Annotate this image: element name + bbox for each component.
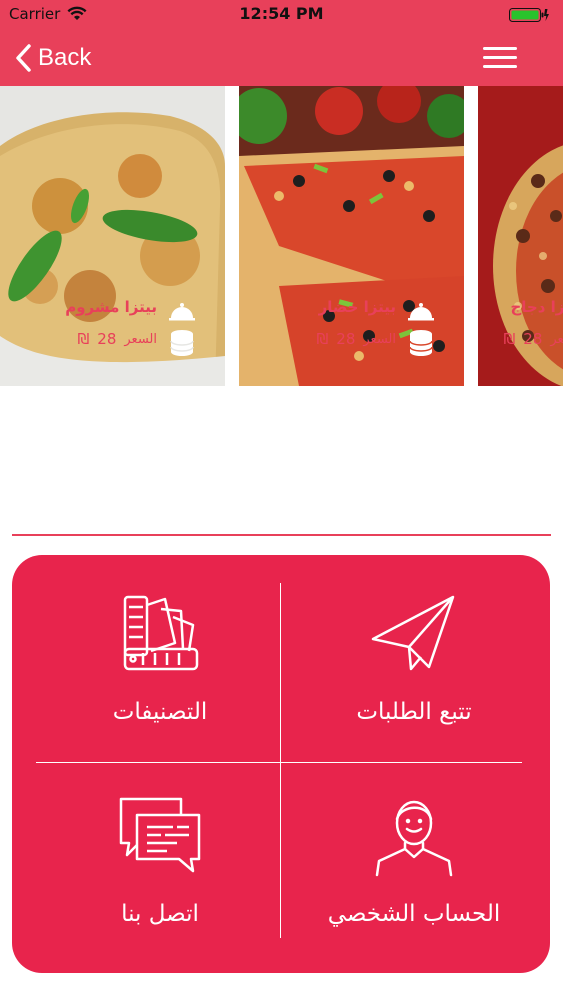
hamburger-menu-button[interactable] xyxy=(483,44,517,72)
product-title: بيتزا خضار xyxy=(318,298,396,316)
track-orders-label: تتبع الطلبات xyxy=(356,699,472,725)
navigation-bar: Back xyxy=(0,30,563,86)
product-info: بيتزا خضار ₪ 28 السعر xyxy=(317,298,396,348)
product-card[interactable]: بيتزا مشروم ₪ 28 السعر xyxy=(0,86,225,386)
grid-divider-vertical xyxy=(280,583,281,938)
track-orders-tile[interactable]: تتبع الطلبات xyxy=(294,577,534,757)
product-price: ₪ 28 السعر xyxy=(65,330,157,348)
contact-us-label: اتصل بنا xyxy=(121,901,199,927)
product-title: بيتزا مشروم xyxy=(65,298,157,316)
dish-icon xyxy=(169,303,195,356)
grid-divider-horizontal xyxy=(36,762,522,763)
status-bar: Carrier 12:54 PM xyxy=(0,0,563,30)
battery-icon xyxy=(509,8,549,22)
product-price: ₪ 28 السعر xyxy=(317,330,396,348)
price-value: 28 xyxy=(336,330,356,348)
product-price: ₪ 28 السعر xyxy=(504,330,563,348)
price-label: السعر xyxy=(124,331,157,347)
product-carousel[interactable]: بيتزا مشروم ₪ 28 السعر بيتزا خضار ₪ 28 ا… xyxy=(0,86,563,386)
product-card[interactable]: بيتزا خضار ₪ 28 السعر xyxy=(239,86,464,386)
categories-tile[interactable]: التصنيفات xyxy=(40,577,280,757)
profile-label: الحساب الشخصي xyxy=(327,901,501,927)
product-info: بيتزا دجاج ₪ 28 السعر xyxy=(504,298,563,348)
user-icon xyxy=(375,800,453,877)
dish-icon xyxy=(408,303,434,356)
menu-line xyxy=(483,65,517,68)
menu-line xyxy=(483,47,517,50)
product-info: بيتزا مشروم ₪ 28 السعر xyxy=(65,298,157,348)
chat-bubbles-icon xyxy=(119,797,201,873)
menu-line xyxy=(483,56,517,59)
product-card[interactable]: بيتزا دجاج ₪ 28 السعر xyxy=(478,86,563,386)
currency-symbol: ₪ xyxy=(316,330,329,348)
price-value: 28 xyxy=(97,330,117,348)
back-label: Back xyxy=(38,44,92,71)
back-button[interactable]: Back xyxy=(14,38,91,78)
currency-symbol: ₪ xyxy=(503,330,516,348)
categories-label: التصنيفات xyxy=(112,699,208,725)
profile-tile[interactable]: الحساب الشخصي xyxy=(294,783,534,963)
price-label: السعر xyxy=(363,331,396,347)
paper-plane-icon xyxy=(371,595,455,671)
contact-us-tile[interactable]: اتصل بنا xyxy=(40,783,280,963)
price-value: 28 xyxy=(523,330,543,348)
main-menu-panel: التصنيفات تتبع الطلبات اتصل بنا الحساب ا… xyxy=(12,555,550,973)
chevron-left-icon xyxy=(16,44,31,72)
color-swatches-icon xyxy=(123,595,199,671)
product-title: بيتزا دجاج xyxy=(510,298,563,316)
section-divider xyxy=(12,534,551,536)
price-label: السعر xyxy=(550,331,563,347)
currency-symbol: ₪ xyxy=(77,330,90,348)
clock: 12:54 PM xyxy=(239,4,324,23)
